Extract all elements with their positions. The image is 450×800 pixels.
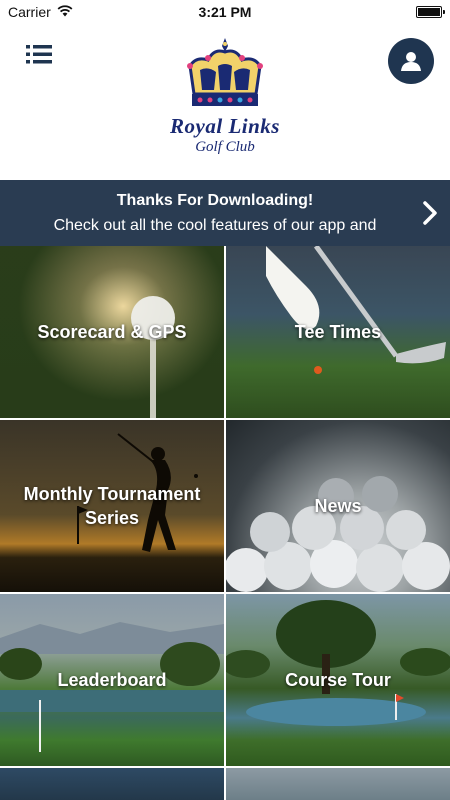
logo-title: Royal Links: [170, 114, 280, 138]
tile-monthly-tournament[interactable]: Monthly Tournament Series: [0, 420, 224, 592]
tile-more-left[interactable]: [0, 768, 224, 800]
tile-label: Tee Times: [294, 322, 382, 342]
tile-label: Course Tour: [285, 670, 391, 690]
app-header: Royal Links Golf Club: [0, 24, 450, 180]
chevron-right-icon[interactable]: [420, 200, 440, 226]
tile-course-tour[interactable]: Course Tour: [226, 594, 450, 766]
tile-label: Leaderboard: [57, 670, 167, 690]
club-logo: Royal Links Golf Club: [156, 36, 294, 166]
tile-leaderboard[interactable]: Leaderboard: [0, 594, 224, 766]
welcome-banner[interactable]: Thanks For Downloading! Check out all th…: [0, 180, 450, 246]
logo-subtitle: Golf Club: [195, 139, 255, 155]
tile-scorecard-gps[interactable]: Scorecard & GPS: [0, 246, 224, 418]
tile-label: News: [314, 496, 362, 516]
golf-ball-tee-image: [131, 296, 175, 418]
wifi-icon: [57, 4, 73, 20]
feature-grid: Scorecard & GPS Tee Times Monthly Tourna…: [0, 246, 450, 800]
profile-button[interactable]: [388, 38, 434, 84]
crown-icon: [187, 38, 263, 106]
status-bar: Carrier 3:21 PM: [0, 0, 450, 24]
tile-image: [226, 768, 450, 800]
tile-label: Monthly Tournament Series: [23, 484, 201, 528]
tile-news[interactable]: News: [226, 420, 450, 592]
banner-message: Check out all the cool features of our a…: [53, 217, 377, 234]
battery-icon: [416, 6, 445, 18]
tile-label: Scorecard & GPS: [37, 322, 187, 342]
status-left: Carrier: [8, 4, 73, 20]
tile-more-right[interactable]: [226, 768, 450, 800]
tile-tee-times[interactable]: Tee Times: [226, 246, 450, 418]
banner-title: Thanks For Downloading!: [116, 192, 314, 209]
user-profile-icon: [401, 52, 421, 71]
tile-image: [0, 768, 224, 800]
hamburger-menu-icon[interactable]: [26, 42, 52, 66]
carrier-label: Carrier: [8, 4, 51, 20]
